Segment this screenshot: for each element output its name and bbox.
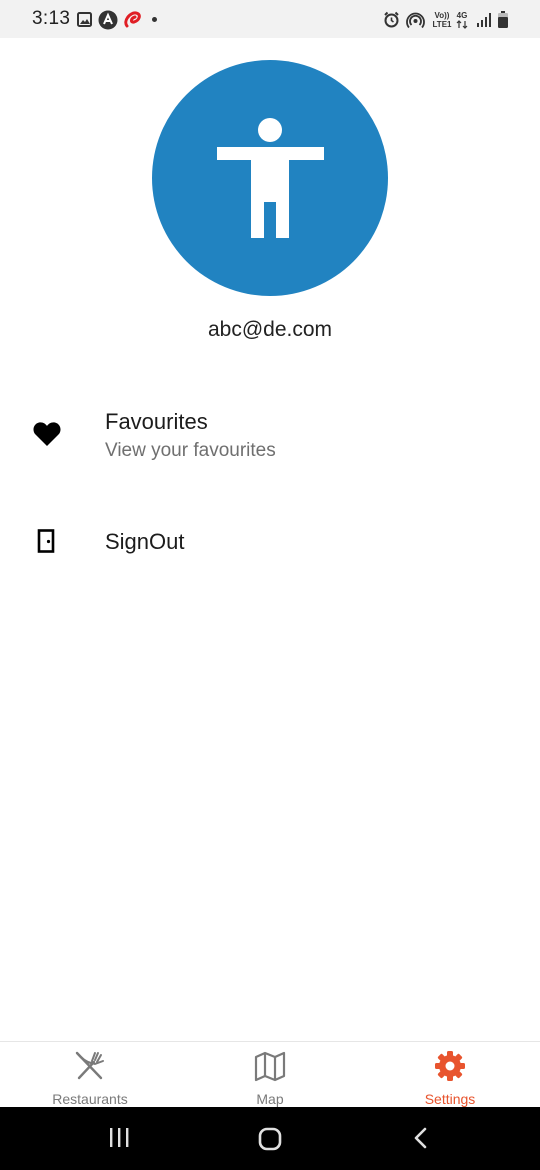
signal-icon bbox=[477, 13, 491, 27]
hotspot-icon bbox=[406, 12, 425, 29]
menu-item-favourites[interactable]: Favourites View your favourites bbox=[0, 395, 540, 475]
settings-screen: 3:13 Vo)) LTE1 4G abc@de.com Favourites … bbox=[0, 0, 540, 1170]
volte-top-text: Vo)) bbox=[434, 11, 450, 20]
tab-label: Settings bbox=[424, 1091, 476, 1107]
home-icon[interactable] bbox=[257, 1126, 283, 1152]
tab-restaurants[interactable]: Restaurants bbox=[0, 1042, 180, 1108]
battery-icon bbox=[498, 11, 508, 28]
notification-dot-icon bbox=[152, 17, 157, 22]
menu-item-subtitle: View your favourites bbox=[105, 440, 276, 461]
map-icon bbox=[254, 1051, 286, 1082]
gear-icon bbox=[435, 1051, 465, 1081]
tab-settings[interactable]: Settings bbox=[360, 1042, 540, 1108]
door-icon bbox=[37, 529, 55, 553]
fork-knife-icon bbox=[75, 1051, 104, 1080]
heart-icon bbox=[33, 422, 61, 446]
recent-apps-icon[interactable] bbox=[107, 1127, 131, 1149]
menu-item-title: SignOut bbox=[105, 529, 185, 554]
user-email: abc@de.com bbox=[207, 318, 333, 341]
tab-map[interactable]: Map bbox=[180, 1042, 360, 1108]
gallery-icon bbox=[77, 12, 92, 27]
system-nav-bar bbox=[0, 1107, 540, 1170]
tab-label: Map bbox=[256, 1091, 284, 1107]
menu-item-title: Favourites bbox=[105, 409, 208, 434]
volte-bottom-text: LTE1 bbox=[432, 20, 452, 29]
alarm-icon bbox=[384, 11, 399, 28]
data-arrows-icon bbox=[456, 20, 468, 29]
network-type-text: 4G bbox=[456, 11, 468, 20]
bottom-tab-bar: Restaurants Map Settings bbox=[0, 1041, 540, 1108]
avatar bbox=[152, 60, 388, 296]
airtel-icon bbox=[124, 11, 141, 28]
back-icon[interactable] bbox=[412, 1127, 430, 1149]
accessibility-person-icon bbox=[217, 118, 324, 238]
app-a-icon bbox=[98, 10, 118, 30]
tab-label: Restaurants bbox=[52, 1091, 128, 1107]
menu-item-signout[interactable]: SignOut bbox=[0, 510, 540, 572]
status-bar: 3:13 Vo)) LTE1 4G bbox=[0, 0, 540, 38]
status-time: 3:13 bbox=[32, 8, 71, 29]
